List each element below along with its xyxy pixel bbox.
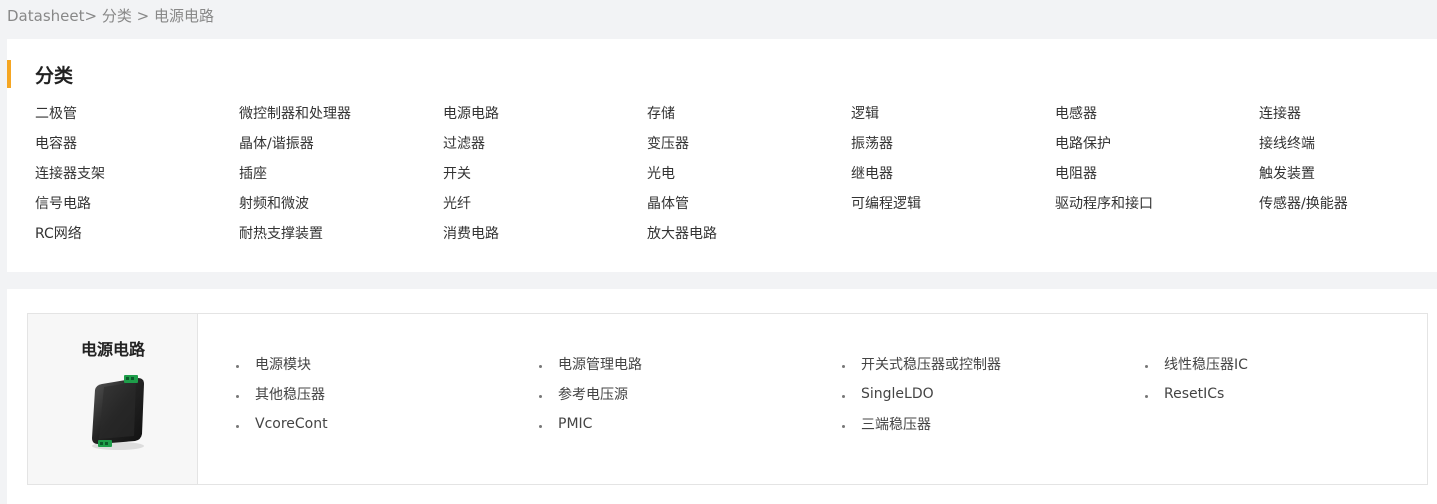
bullet-icon (539, 364, 542, 368)
category-link[interactable]: 电源电路 (443, 105, 647, 135)
bullet-icon (539, 424, 542, 428)
category-link[interactable]: 连接器 (1259, 105, 1437, 135)
category-link[interactable]: 可编程逻辑 (851, 195, 1055, 225)
subcategory-link[interactable]: PMIC (539, 414, 842, 434)
category-link[interactable]: 开关 (443, 165, 647, 195)
category-link[interactable]: 光纤 (443, 195, 647, 225)
category-link[interactable]: 插座 (239, 165, 443, 195)
bullet-icon (842, 364, 845, 368)
subcategory-link[interactable]: 线性稳压器IC (1145, 354, 1437, 374)
category-link[interactable]: 光电 (647, 165, 851, 195)
subcategory-label: 其他稳压器 (255, 387, 325, 403)
subcategory-link[interactable]: SingleLDO (842, 384, 1145, 404)
category-link[interactable]: 逻辑 (851, 105, 1055, 135)
subcategory-label: 电源模块 (255, 357, 311, 373)
breadcrumb-category-link[interactable]: 分类 > (102, 7, 149, 25)
category-link[interactable]: 晶体/谐振器 (239, 135, 443, 165)
subcategory-link[interactable]: 开关式稳压器或控制器 (842, 354, 1145, 374)
bullet-icon (842, 424, 845, 428)
subcategory-link[interactable]: 电源模块 (236, 354, 539, 374)
category-link[interactable]: 电容器 (35, 135, 239, 165)
category-link[interactable]: 电阻器 (1055, 165, 1259, 195)
category-link[interactable]: RC网络 (35, 225, 239, 255)
category-link[interactable]: 接线终端 (1259, 135, 1437, 165)
category-link[interactable]: 二极管 (35, 105, 239, 135)
subcategory-link[interactable]: 三端稳压器 (842, 414, 1145, 434)
subcategory-link[interactable]: ResetICs (1145, 384, 1437, 404)
category-link[interactable]: 耐热支撑装置 (239, 225, 443, 255)
subcategory-panel: 电源电路 电源模块 电源管理电路 开关式稳压器或控制器 线性稳压器IC 其他稳压… (7, 289, 1437, 504)
category-link[interactable]: 微控制器和处理器 (239, 105, 443, 135)
subcategory-label: ResetICs (1164, 386, 1225, 402)
breadcrumb-current: 电源电路 (153, 7, 214, 25)
subcategory-label: 线性稳压器IC (1164, 357, 1248, 373)
category-link[interactable]: 驱动程序和接口 (1055, 195, 1259, 225)
category-title: 分类 (35, 65, 74, 87)
subcategory-link[interactable]: 其他稳压器 (236, 384, 539, 404)
category-link[interactable]: 电路保护 (1055, 135, 1259, 165)
subcategory-title: 电源电路 (80, 340, 145, 359)
breadcrumb-root-link[interactable]: Datasheet> (7, 7, 97, 25)
subcategory-link[interactable]: 电源管理电路 (539, 354, 842, 374)
category-link[interactable]: 连接器支架 (35, 165, 239, 195)
category-link[interactable]: 继电器 (851, 165, 1055, 195)
category-link[interactable]: 消费电路 (443, 225, 647, 255)
bullet-icon (236, 394, 239, 398)
category-link[interactable]: 振荡器 (851, 135, 1055, 165)
bullet-icon (842, 394, 845, 398)
subcategory-label: SingleLDO (861, 386, 934, 402)
bullet-icon (236, 364, 239, 368)
category-link[interactable]: 射频和微波 (239, 195, 443, 225)
category-link[interactable]: 信号电路 (35, 195, 239, 225)
subcategory-list: 电源模块 电源管理电路 开关式稳压器或控制器 线性稳压器IC 其他稳压器 参考电… (236, 354, 1437, 444)
subcategory-label: PMIC (558, 416, 593, 432)
subcategory-box: 电源电路 电源模块 电源管理电路 开关式稳压器或控制器 线性稳压器IC 其他稳压… (27, 313, 1428, 485)
subcategory-label: 参考电压源 (558, 387, 628, 403)
category-link[interactable]: 过滤器 (443, 135, 647, 165)
title-accent-bar (7, 60, 11, 88)
category-panel: 分类 二极管 微控制器和处理器 电源电路 存储 逻辑 电感器 连接器 电容器 晶… (7, 39, 1437, 272)
subcategory-link[interactable]: VcoreCont (236, 414, 539, 434)
subcategory-label: 三端稳压器 (861, 417, 931, 433)
power-module-image (92, 375, 144, 450)
subcategory-header: 电源电路 (28, 314, 198, 484)
bullet-icon (539, 394, 542, 398)
bullet-icon (1145, 364, 1148, 368)
category-link[interactable]: 放大器电路 (647, 225, 851, 255)
category-link[interactable]: 传感器/换能器 (1259, 195, 1437, 225)
subcategory-label: 开关式稳压器或控制器 (861, 357, 1001, 373)
bullet-icon (1145, 394, 1148, 398)
category-link[interactable]: 电感器 (1055, 105, 1259, 135)
bullet-icon (236, 424, 239, 428)
subcategory-label: VcoreCont (255, 416, 328, 432)
subcategory-link[interactable]: 参考电压源 (539, 384, 842, 404)
breadcrumb: Datasheet> 分类 > 电源电路 (7, 5, 214, 26)
subcategory-label: 电源管理电路 (558, 357, 642, 373)
category-link[interactable]: 触发装置 (1259, 165, 1437, 195)
category-link[interactable]: 存储 (647, 105, 851, 135)
category-link[interactable]: 变压器 (647, 135, 851, 165)
category-link[interactable]: 晶体管 (647, 195, 851, 225)
category-grid: 二极管 微控制器和处理器 电源电路 存储 逻辑 电感器 连接器 电容器 晶体/谐… (35, 105, 1437, 255)
